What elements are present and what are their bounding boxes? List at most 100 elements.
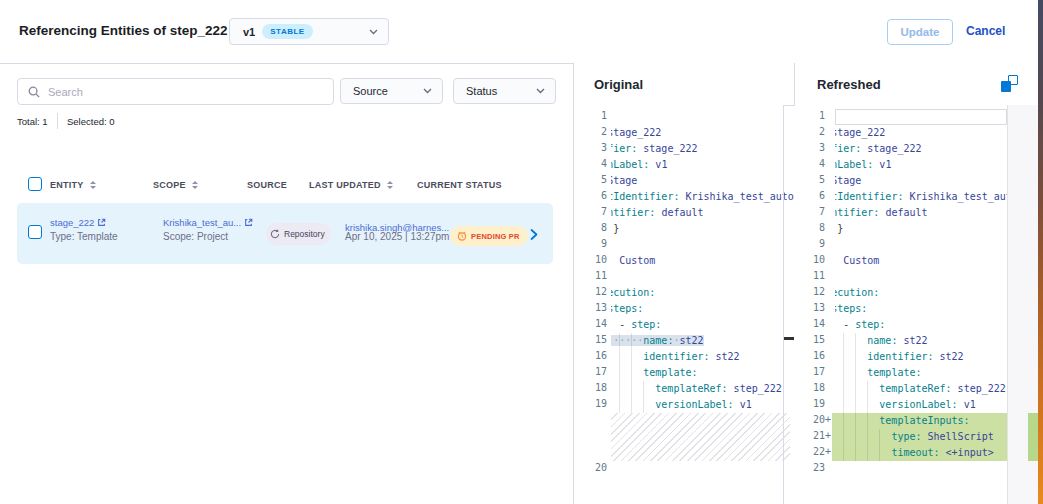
sort-icon[interactable] (387, 181, 393, 189)
cancel-button[interactable]: Cancel (966, 18, 1005, 45)
chevron-right-icon[interactable] (528, 228, 540, 241)
column-label: SCOPE (153, 180, 186, 190)
entity-type: Type: Template (50, 231, 118, 242)
chevron-down-icon (536, 88, 545, 94)
code-line: 10 Custom (794, 253, 1038, 269)
line-number: 20 (573, 462, 607, 473)
line-number: 22+ (794, 446, 831, 457)
code-line: 12 execution: (794, 285, 1038, 301)
code-line: 3 identifier: stage_222 (573, 141, 794, 157)
code-line: 13 steps: (794, 301, 1038, 317)
column-header-last-updated[interactable]: LAST UPDATED (309, 179, 393, 191)
code-line: 19 versionLabel: v1 (794, 397, 1038, 413)
line-number: 12 (573, 286, 607, 297)
code-line: 6 projectIdentifier: Krishika_test_autom… (794, 189, 1038, 205)
sort-icon[interactable] (192, 181, 198, 189)
code-line: 8 } (794, 221, 1038, 237)
code-line: 2 name: stage_222 (794, 125, 1038, 141)
code-line: 1 (794, 109, 1038, 125)
search-input[interactable]: Search (17, 78, 334, 105)
added-lines-marker (1028, 413, 1038, 461)
code-line: 17 template: (573, 365, 794, 381)
code-line: 5 type: Stage (573, 173, 794, 189)
original-code-panel[interactable]: Original 12 name: stage_2223 identifier:… (573, 63, 794, 504)
line-number: 7 (573, 206, 607, 217)
scope-link[interactable]: Krishika_test_au... (163, 217, 241, 228)
table-row[interactable]: stage_222 Type: Template Krishika_test_a… (17, 203, 553, 264)
status-dropdown[interactable]: Status (453, 78, 556, 104)
line-number: 14 (794, 318, 825, 329)
code-line: 11 (573, 269, 794, 285)
clock-icon (457, 231, 467, 241)
line-number: 13 (794, 302, 825, 313)
status-badge-label: PENDING PR (471, 232, 520, 241)
count-divider (57, 113, 58, 129)
code-line: 5 type: Stage (794, 173, 1038, 189)
line-number: 8 (794, 222, 825, 233)
repository-icon (270, 229, 280, 239)
line-number: 12 (794, 286, 825, 297)
code-line: 10 Custom (573, 253, 794, 269)
search-placeholder: Search (48, 86, 83, 98)
column-header-current-status: CURRENT STATUS (417, 179, 502, 191)
code-line: 18 templateRef: step_222 (794, 381, 1038, 397)
line-number: 19 (794, 398, 825, 409)
line-number: 5 (794, 174, 825, 185)
panel-divider (573, 63, 574, 504)
column-label: LAST UPDATED (309, 180, 381, 190)
chevron-down-icon (423, 88, 432, 94)
source-badge-label: Repository (284, 229, 325, 239)
code-line: 13 steps: (573, 301, 794, 317)
line-number: 5 (573, 174, 607, 185)
source-dropdown[interactable]: Source (340, 78, 443, 104)
line-number: 9 (573, 238, 607, 249)
external-link-icon[interactable] (97, 218, 106, 227)
line-number: 9 (794, 238, 825, 249)
code-line: 8 } (573, 221, 794, 237)
column-header-entity[interactable]: ENTITY (50, 179, 96, 191)
copy-icon[interactable] (1001, 75, 1018, 92)
code-line: 15 ······name:·st22 (573, 333, 794, 349)
original-panel-title: Original (573, 63, 794, 105)
external-link-icon[interactable] (244, 218, 253, 227)
line-number: 16 (573, 350, 607, 361)
refreshed-code-panel[interactable]: Refreshed 12 name: stage_2223 identifier… (794, 63, 1038, 504)
search-icon (28, 86, 40, 98)
code-line: 16 identifier: st22 (794, 349, 1038, 365)
line-number: 1 (573, 110, 607, 121)
diff-divider-jog (783, 105, 795, 106)
column-label: ENTITY (50, 180, 84, 190)
line-number: 17 (573, 366, 607, 377)
line-number: 15 (794, 334, 825, 345)
update-button[interactable]: Update (887, 19, 953, 45)
code-line: 14 - step: (794, 317, 1038, 333)
code-line: 16 identifier: st22 (573, 349, 794, 365)
version-label: v1 (243, 26, 255, 38)
line-number: 11 (794, 270, 825, 281)
code-line: 4 versionLabel: v1 (573, 157, 794, 173)
version-select[interactable]: v1 STABLE (229, 18, 389, 45)
entity-link[interactable]: stage_222 (50, 217, 94, 228)
status-badge: PENDING PR (450, 226, 528, 246)
diff-gap-hatch (611, 413, 790, 461)
updated-at: Apr 10, 2025 | 13:27pm (345, 231, 449, 242)
row-checkbox[interactable] (28, 225, 42, 239)
code-line: 7 orgIdentifier: default (573, 205, 794, 221)
page-title: Referencing Entities of step_222 (19, 23, 228, 38)
line-number: 3 (573, 142, 607, 153)
code-line: 19 versionLabel: v1 (573, 397, 794, 413)
sort-icon[interactable] (90, 181, 96, 189)
line-number: 14 (573, 318, 607, 329)
line-number: 8 (573, 222, 607, 233)
column-header-scope[interactable]: SCOPE (153, 179, 198, 191)
line-number: 13 (573, 302, 607, 313)
diff-divider-top (794, 63, 795, 106)
line-number: 18 (573, 382, 607, 393)
line-number: 10 (794, 254, 825, 265)
line-number: 10 (573, 254, 607, 265)
line-number: 18 (794, 382, 825, 393)
select-all-checkbox[interactable] (28, 177, 42, 191)
line-number: 6 (794, 190, 825, 201)
line-number: 19 (573, 398, 607, 409)
column-header-source: SOURCE (247, 179, 287, 191)
